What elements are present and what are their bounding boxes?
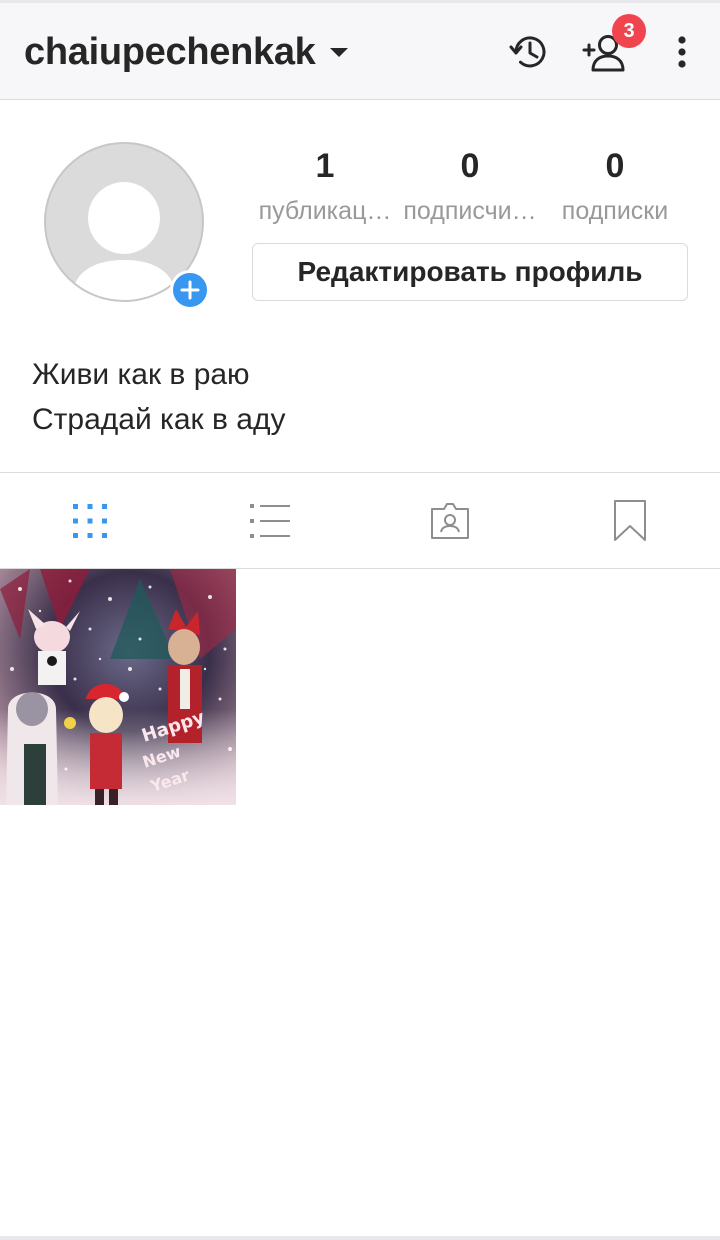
chevron-down-icon	[329, 47, 348, 57]
tagged-user-icon	[431, 502, 469, 539]
list-icon	[250, 503, 290, 538]
followers-count-value: 0	[460, 147, 480, 185]
following-count[interactable]: 0 подписки	[548, 146, 682, 226]
posts-count-label: публикац…	[258, 197, 392, 225]
notification-badge: 3	[612, 14, 646, 48]
bio-line: Живи как в раю	[32, 358, 250, 391]
bottom-divider	[0, 1236, 720, 1240]
more-options-button[interactable]	[656, 26, 708, 78]
followers-count[interactable]: 0 подписчи…	[397, 146, 543, 226]
plus-icon	[180, 280, 200, 300]
history-button[interactable]	[504, 26, 556, 78]
username-title: chaiupechenkak	[24, 30, 316, 73]
grid-icon	[73, 503, 107, 538]
profile-bio: Живи как в раю Страдай как в аду	[32, 352, 285, 442]
following-count-value: 0	[605, 147, 625, 185]
account-switcher[interactable]: chaiupechenkak	[24, 26, 348, 78]
top-app-bar: chaiupechenkak	[0, 0, 720, 100]
edit-profile-button[interactable]: Редактировать профиль	[252, 243, 688, 301]
bio-line: Страдай как в аду	[32, 403, 286, 436]
add-profile-photo-button[interactable]	[170, 270, 210, 310]
posts-count-value: 1	[315, 147, 335, 185]
history-icon	[509, 36, 546, 68]
more-vertical-icon	[678, 36, 686, 68]
post-thumbnail[interactable]: Happy New Year	[0, 569, 236, 805]
tab-tagged[interactable]	[360, 473, 540, 568]
post-image: Happy New Year	[0, 569, 236, 805]
profile-tabs	[0, 472, 720, 569]
tab-list[interactable]	[180, 473, 360, 568]
followers-count-label: подписчи…	[403, 197, 537, 225]
tab-saved[interactable]	[540, 473, 720, 568]
bookmark-icon	[614, 499, 646, 541]
following-count-label: подписки	[561, 197, 669, 225]
tab-grid[interactable]	[0, 473, 180, 568]
posts-count[interactable]: 1 публикац…	[252, 146, 398, 226]
